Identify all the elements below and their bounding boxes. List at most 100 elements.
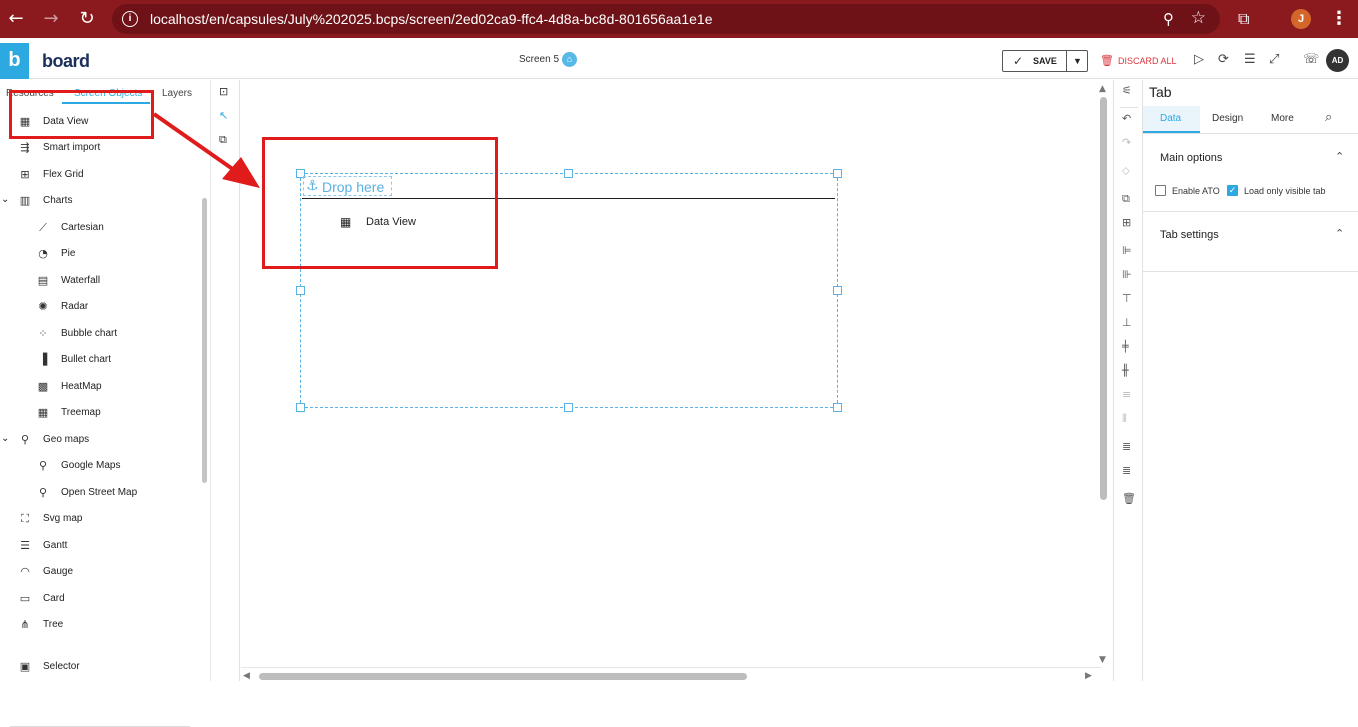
back-icon[interactable]: ← xyxy=(6,9,26,29)
object-item-bubble-chart[interactable]: ⁘ Bubble chart xyxy=(0,324,200,344)
expand-icon[interactable]: ⤢ xyxy=(1269,52,1279,67)
object-item-geo-maps[interactable]: ⌄ ⚲ Geo maps xyxy=(0,430,200,450)
align-top-icon[interactable]: ⊤ xyxy=(1122,292,1132,305)
send-back-icon[interactable]: ≣ xyxy=(1122,464,1131,477)
copy-icon[interactable]: ⧉ xyxy=(1122,192,1130,206)
object-item-card[interactable]: ▭ Card xyxy=(0,589,200,609)
tab-more[interactable]: More xyxy=(1271,113,1294,124)
browser-menu-icon[interactable]: ⋮ xyxy=(1330,8,1348,29)
discard-all-button[interactable]: 🗑 DISCARD ALL xyxy=(1100,54,1177,67)
object-item-open-street-map[interactable]: ⚲ Open Street Map xyxy=(0,483,200,503)
scroll-left-icon[interactable]: ◀ xyxy=(243,671,250,681)
object-item-label: Gauge xyxy=(43,566,74,577)
tab-layers[interactable]: Layers xyxy=(162,88,192,99)
save-dropdown-icon[interactable]: ▼ xyxy=(1066,51,1088,71)
site-info-icon[interactable]: i xyxy=(122,11,138,27)
scroll-right-icon[interactable]: ▶ xyxy=(1085,671,1092,681)
object-item-bullet-chart[interactable]: ▐ Bullet chart xyxy=(0,350,200,370)
annotation-highlight-drop xyxy=(262,137,498,269)
object-item-label: Smart import xyxy=(43,142,101,153)
duplicate-icon[interactable]: ⊞ xyxy=(1122,216,1131,229)
scroll-down-icon[interactable]: ▼ xyxy=(1099,655,1106,665)
layout-icon[interactable]: ☰ xyxy=(1244,52,1256,67)
object-item-charts[interactable]: ⌄ ▥ Charts xyxy=(0,191,200,211)
canvas-vertical-scrollbar[interactable] xyxy=(1100,97,1107,500)
play-icon[interactable]: ▷ xyxy=(1194,52,1204,67)
pie-chart-icon: ◔ xyxy=(38,247,48,260)
enable-ato-checkbox[interactable] xyxy=(1155,185,1166,196)
chevron-down-icon[interactable]: ⌄ xyxy=(1,194,9,205)
object-item-treemap[interactable]: ▦ Treemap xyxy=(0,403,200,423)
left-panel-scrollbar[interactable] xyxy=(202,198,207,483)
delete-icon[interactable]: 🗑 xyxy=(1122,492,1136,505)
object-item-waterfall[interactable]: ▤ Waterfall xyxy=(0,271,200,291)
object-item-heatmap[interactable]: ▩ HeatMap xyxy=(0,377,200,397)
object-item-google-maps[interactable]: ⚲ Google Maps xyxy=(0,456,200,476)
undo-icon[interactable]: ↶ xyxy=(1122,112,1131,125)
object-item-label: Charts xyxy=(43,195,73,206)
annotation-arrow xyxy=(152,112,260,188)
load-visible-checkbox[interactable]: ✓ xyxy=(1227,185,1238,196)
object-item-radar[interactable]: ✺ Radar xyxy=(0,297,200,317)
tab-design[interactable]: Design xyxy=(1212,113,1243,124)
address-bar[interactable]: i localhost/en/capsules/July%202025.bcps… xyxy=(112,4,1220,34)
object-item-label: Google Maps xyxy=(61,460,121,471)
grid-icon: ⊞ xyxy=(20,168,30,181)
extensions-icon[interactable]: ⧉ xyxy=(1238,9,1249,29)
url-text[interactable]: localhost/en/capsules/July%202025.bcps/s… xyxy=(150,11,712,27)
object-item-tree[interactable]: ⋔ Tree xyxy=(0,615,200,635)
align-bottom-icon[interactable]: ⊥ xyxy=(1122,316,1132,329)
refresh-icon[interactable]: ⟳ xyxy=(1218,52,1229,67)
bring-front-icon[interactable]: ≣ xyxy=(1122,440,1131,453)
board-logo-icon[interactable]: b xyxy=(0,43,29,79)
resize-handle-ml[interactable] xyxy=(296,286,305,295)
object-item-selector[interactable]: ▣ Selector xyxy=(0,657,200,677)
object-item-gauge[interactable]: ◠ Gauge xyxy=(0,562,200,582)
resize-handle-tc[interactable] xyxy=(564,169,573,178)
bar-chart-icon: ▥ xyxy=(19,194,31,207)
tab-settings-title[interactable]: Tab settings xyxy=(1160,229,1219,241)
scroll-up-icon[interactable]: ▲ xyxy=(1099,84,1106,94)
brand-logo: board xyxy=(42,51,90,72)
resize-handle-bl[interactable] xyxy=(296,403,305,412)
resize-handle-mr[interactable] xyxy=(833,286,842,295)
bookmark-star-icon[interactable]: ☆ xyxy=(1191,8,1206,28)
select-tool-icon[interactable]: ⊡ xyxy=(219,85,228,98)
distribute-v-icon[interactable]: ≡ xyxy=(1122,388,1131,401)
format-painter-icon[interactable]: ⬦ xyxy=(1122,164,1130,178)
settings-sliders-icon[interactable]: ⚟ xyxy=(1122,84,1132,97)
object-tool-column: ⚟ ↶ ↷ ⬦ ⧉ ⊞ ⊫ ⊪ ⊤ ⊥ ╪ ╫ ≡ ⦀ ≣ ≣ 🗑 xyxy=(1113,80,1143,681)
redo-icon[interactable]: ↷ xyxy=(1122,136,1131,149)
chevron-down-icon[interactable]: ⌄ xyxy=(1,433,9,444)
comment-icon[interactable]: ☏ xyxy=(1303,52,1319,67)
align-right-icon[interactable]: ⊪ xyxy=(1122,268,1132,281)
align-center-h-icon[interactable]: ╫ xyxy=(1122,364,1129,377)
save-button[interactable]: ✓ SAVE ▼ xyxy=(1002,50,1088,72)
resize-handle-tr[interactable] xyxy=(833,169,842,178)
chevron-up-icon[interactable]: ⌃ xyxy=(1335,227,1344,240)
tree-icon: ⋔ xyxy=(20,618,30,631)
object-item-label: Selector xyxy=(43,661,80,672)
tab-data[interactable]: Data xyxy=(1160,113,1181,124)
align-center-v-icon[interactable]: ╪ xyxy=(1122,340,1129,353)
resize-handle-br[interactable] xyxy=(833,403,842,412)
zoom-icon[interactable]: ⚲ xyxy=(1163,10,1174,28)
reload-icon[interactable]: ↻ xyxy=(77,9,97,29)
forward-icon[interactable]: → xyxy=(41,9,61,29)
screen-title: Screen 5 xyxy=(519,54,560,65)
distribute-h-icon[interactable]: ⦀ xyxy=(1122,412,1127,426)
user-avatar[interactable]: AD xyxy=(1326,49,1349,72)
heatmap-icon: ▩ xyxy=(37,380,49,393)
object-item-cartesian[interactable]: ⟋ Cartesian xyxy=(0,218,200,238)
main-options-title[interactable]: Main options xyxy=(1160,152,1222,164)
align-left-icon[interactable]: ⊫ xyxy=(1122,244,1132,257)
object-item-pie[interactable]: ◔ Pie xyxy=(0,244,200,264)
search-icon[interactable]: ⌕ xyxy=(1325,110,1332,125)
object-item-gantt[interactable]: ☰ Gantt xyxy=(0,536,200,556)
object-item-svg-map[interactable]: ⛶ Svg map xyxy=(0,509,200,529)
screen-status-icon[interactable]: ⌂ xyxy=(562,52,577,67)
chevron-up-icon[interactable]: ⌃ xyxy=(1335,150,1344,163)
resize-handle-bc[interactable] xyxy=(564,403,573,412)
canvas-horizontal-scrollbar[interactable] xyxy=(259,673,747,680)
profile-avatar[interactable]: J xyxy=(1291,9,1311,29)
